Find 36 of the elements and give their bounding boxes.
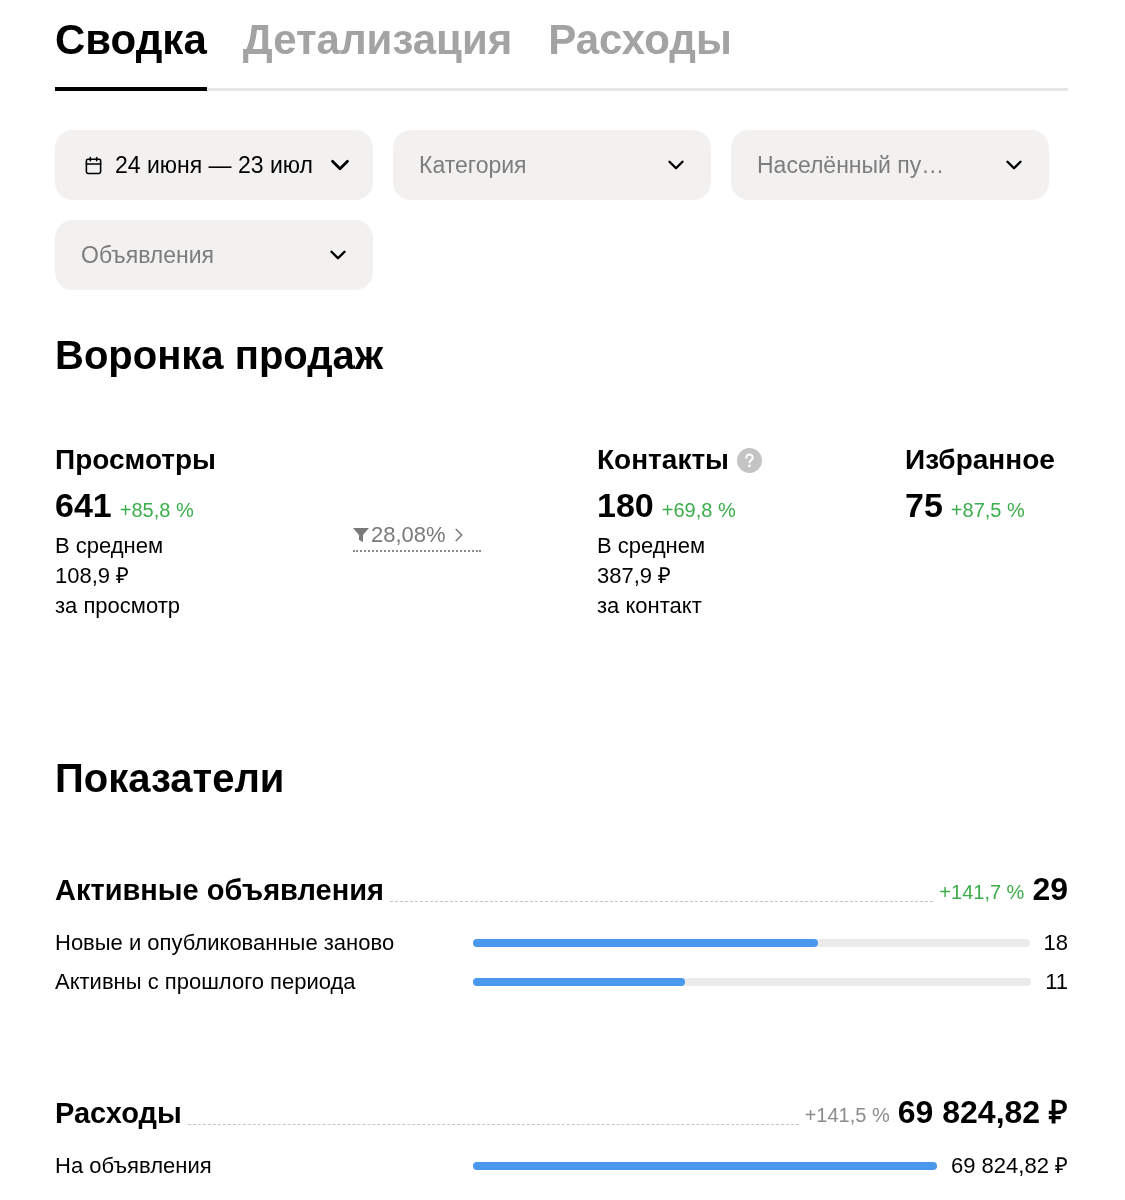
- average-cost-text: В среднем 108,9 ₽ за просмотр: [55, 532, 180, 620]
- stage-title: Контакты: [597, 443, 730, 477]
- row-label: На объявления: [55, 1152, 213, 1180]
- conversion-link[interactable]: 28,08%: [353, 522, 481, 552]
- row-value: 11: [1045, 968, 1068, 996]
- row-value: 69 824,82 ₽: [951, 1152, 1068, 1180]
- section-total: 29: [1032, 870, 1068, 908]
- section-heading: Показатели: [55, 756, 286, 800]
- stage-title: Избранное: [905, 443, 1055, 477]
- tab[interactable]: Расходы: [548, 0, 732, 91]
- date-range-dropdown[interactable]: 24 июня — 23 июл: [55, 130, 373, 200]
- stage-count: 180: [597, 485, 654, 525]
- section-title: Расходы: [55, 1096, 182, 1131]
- change-percent: +85,8 %: [119, 498, 194, 523]
- change-percent: +141,7 %: [939, 880, 1025, 905]
- select-dropdown[interactable]: Объявления: [55, 220, 373, 290]
- stage-count: 75: [905, 485, 943, 525]
- section-heading: Воронка продаж: [55, 333, 385, 377]
- tab[interactable]: Сводка: [55, 0, 207, 91]
- tab[interactable]: Детализация: [242, 0, 513, 91]
- select-dropdown[interactable]: Населённый пу…: [731, 130, 1049, 200]
- stage-count: 641: [55, 485, 112, 525]
- change-percent: +141,5 %: [804, 1103, 890, 1128]
- select-dropdown[interactable]: Категория: [393, 130, 711, 200]
- average-cost-text: В среднем 387,9 ₽ за контакт: [597, 532, 706, 620]
- filter-icon: [353, 527, 369, 543]
- row-value: 18: [1043, 929, 1068, 957]
- row-label: Новые и опубликованные заново: [55, 929, 396, 957]
- row-label: Активны с прошлого периода: [55, 968, 357, 996]
- section-title: Активные объявления: [55, 873, 384, 908]
- calendar-icon: [84, 155, 103, 175]
- section-total: 69 824,82 ₽: [897, 1093, 1068, 1131]
- stage-title: Просмотры: [55, 443, 216, 477]
- help-icon[interactable]: [737, 447, 763, 473]
- change-percent: +87,5 %: [950, 498, 1025, 523]
- change-percent: +69,8 %: [661, 498, 736, 523]
